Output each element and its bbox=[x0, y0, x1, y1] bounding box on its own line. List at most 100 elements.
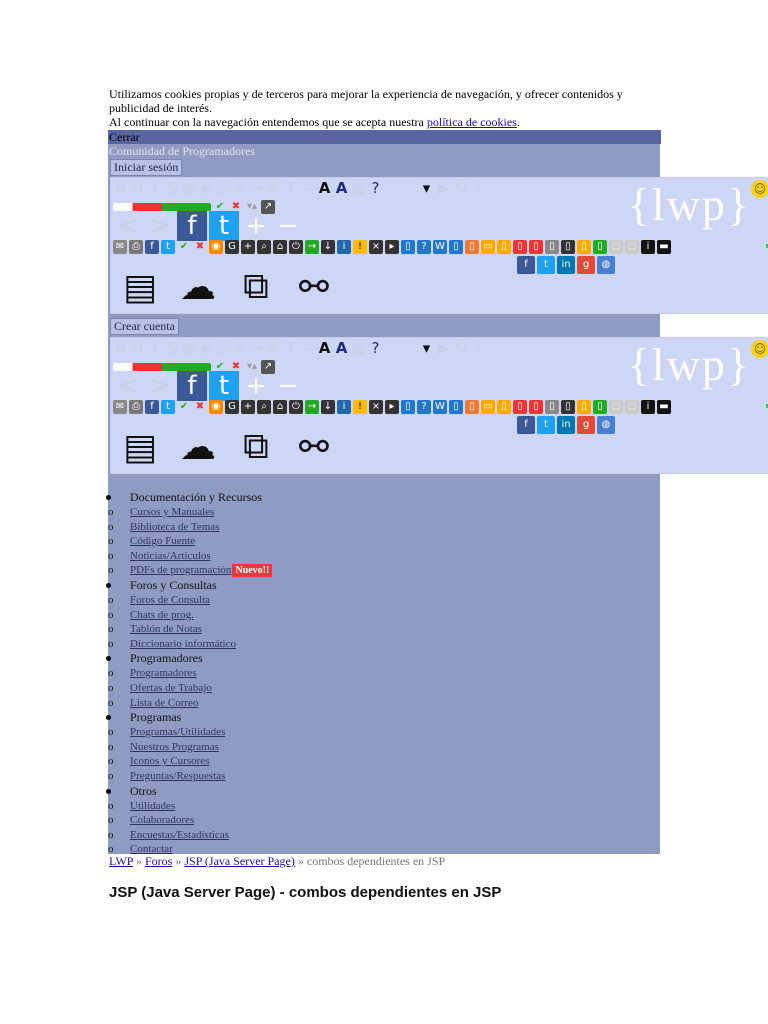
menu-item[interactable]: Colaboradores bbox=[108, 813, 660, 828]
font-color-icon[interactable]: A bbox=[317, 181, 332, 196]
video-icon[interactable]: ▶ bbox=[436, 181, 451, 196]
g-icon[interactable]: G bbox=[225, 240, 239, 254]
subscript-icon[interactable]: ˅ bbox=[402, 341, 417, 356]
menu-item[interactable]: Tablón de Notas bbox=[108, 622, 660, 637]
subscript-icon[interactable]: ˅ bbox=[402, 181, 417, 196]
power-icon[interactable]: ⏻ bbox=[289, 240, 303, 254]
comment-icon[interactable]: ✉ bbox=[113, 400, 127, 414]
superscript-icon[interactable]: ˄ bbox=[385, 341, 400, 356]
image-icon[interactable]: ◈ bbox=[198, 341, 213, 356]
globe-icon[interactable]: ◍ bbox=[181, 341, 196, 356]
line-icon[interactable]: — bbox=[300, 341, 315, 356]
table-icon[interactable]: ▦ bbox=[351, 341, 366, 356]
code-icon[interactable]: ▯ bbox=[561, 400, 575, 414]
help-icon[interactable]: ? bbox=[368, 181, 383, 196]
plus-icon[interactable]: + bbox=[241, 211, 271, 241]
info-dark-icon[interactable]: i bbox=[641, 400, 655, 414]
superscript-icon[interactable]: ˄ bbox=[385, 181, 400, 196]
image-icon[interactable]: ◈ bbox=[198, 181, 213, 196]
file-orange-icon[interactable]: ▯ bbox=[465, 240, 479, 254]
font-size-icon[interactable]: T bbox=[283, 341, 298, 356]
facebook-small-icon[interactable]: f bbox=[145, 400, 159, 414]
align-icon[interactable]: ≡ bbox=[266, 341, 281, 356]
info-dark-icon[interactable]: i bbox=[641, 240, 655, 254]
text-icon[interactable]: ▯ bbox=[545, 400, 559, 414]
refresh-icon[interactable]: ↻ bbox=[453, 341, 468, 356]
refresh-icon[interactable]: ↻ bbox=[453, 181, 468, 196]
document-icon[interactable]: ▤ bbox=[115, 424, 165, 470]
help-file-icon[interactable]: ? bbox=[417, 400, 431, 414]
chat-icon[interactable]: ▬ bbox=[657, 400, 671, 414]
print-icon[interactable]: ⎙ bbox=[129, 240, 143, 254]
word-icon[interactable]: W bbox=[433, 400, 447, 414]
breadcrumb-home[interactable]: LWP bbox=[109, 854, 133, 868]
emoji-icon[interactable]: ☺ bbox=[215, 181, 231, 196]
bold-icon[interactable]: B bbox=[113, 341, 128, 356]
twitter-icon[interactable]: t bbox=[209, 211, 239, 241]
faded-icon-2[interactable]: ◌ bbox=[625, 240, 639, 254]
link-icon[interactable]: ⚯ bbox=[289, 424, 339, 470]
folder-icon[interactable]: ▭ bbox=[481, 400, 495, 414]
color-bar[interactable] bbox=[113, 363, 211, 371]
doc-icon[interactable]: ▯ bbox=[449, 400, 463, 414]
menu-item[interactable]: Noticias/Artículos bbox=[108, 549, 660, 564]
help-icon[interactable]: ? bbox=[368, 341, 383, 356]
search-icon[interactable]: ⌕ bbox=[257, 400, 271, 414]
copy-link-icon[interactable]: ⧉ bbox=[231, 264, 281, 310]
rss-icon[interactable]: ◉ bbox=[209, 240, 223, 254]
faded-icon[interactable]: ◌ bbox=[609, 240, 623, 254]
share-google-icon[interactable]: g bbox=[577, 416, 595, 434]
export-icon[interactable]: → bbox=[305, 400, 319, 414]
font-size-icon[interactable]: T bbox=[283, 181, 298, 196]
download-icon[interactable]: ↓ bbox=[321, 240, 335, 254]
warning-icon[interactable]: ! bbox=[353, 400, 367, 414]
play-icon[interactable]: ▸ bbox=[385, 400, 399, 414]
info-icon[interactable]: i bbox=[337, 240, 351, 254]
menu-item[interactable]: Programas/Utilidades bbox=[108, 725, 660, 740]
video-icon[interactable]: ▶ bbox=[436, 341, 451, 356]
plus-icon[interactable]: + bbox=[241, 371, 271, 401]
faded-icon[interactable]: ◌ bbox=[609, 400, 623, 414]
menu-item[interactable]: Programadores bbox=[108, 666, 660, 681]
add-icon[interactable]: + bbox=[241, 400, 255, 414]
breadcrumb-forums[interactable]: Foros bbox=[145, 854, 172, 868]
italic-icon[interactable]: / bbox=[147, 341, 162, 356]
menu-item[interactable]: Preguntas/Respuestas bbox=[108, 769, 660, 784]
print-icon[interactable]: ⎙ bbox=[129, 400, 143, 414]
line-icon[interactable]: — bbox=[300, 181, 315, 196]
menu-category[interactable]: Foros y Consultas bbox=[106, 578, 660, 593]
menu-item-label[interactable]: PDFs de programación bbox=[130, 564, 231, 576]
ppt-icon[interactable]: ▯ bbox=[529, 240, 543, 254]
rss-icon[interactable]: ◉ bbox=[209, 400, 223, 414]
italic-icon[interactable]: / bbox=[147, 181, 162, 196]
twitter-icon[interactable]: t bbox=[209, 371, 239, 401]
export-icon[interactable]: → bbox=[305, 240, 319, 254]
dropdown-icon[interactable]: ▾ bbox=[419, 181, 434, 196]
text-icon[interactable]: ▯ bbox=[545, 240, 559, 254]
underline-icon[interactable]: U bbox=[130, 181, 145, 196]
facebook-icon[interactable]: f bbox=[177, 371, 207, 401]
cloud-upload-icon[interactable]: ☁ bbox=[173, 264, 223, 310]
file-orange-icon[interactable]: ▯ bbox=[465, 400, 479, 414]
indent-icon[interactable]: ⇥ bbox=[249, 181, 264, 196]
menu-item[interactable]: Encuestas/Estadísticas bbox=[108, 828, 660, 843]
share-globe-icon[interactable]: ◍ bbox=[597, 416, 615, 434]
minus-icon[interactable]: − bbox=[273, 371, 303, 401]
menu-item[interactable]: Biblioteca de Temas bbox=[108, 520, 660, 535]
menu-item[interactable]: Código Fuente bbox=[108, 534, 660, 549]
smiley-icon[interactable]: ☺ bbox=[751, 180, 768, 198]
close-button[interactable]: Cerrar bbox=[108, 130, 661, 144]
close-x-icon[interactable]: × bbox=[369, 240, 383, 254]
menu-item[interactable]: Utilidades bbox=[108, 799, 660, 814]
folder-icon[interactable]: ▭ bbox=[481, 240, 495, 254]
word-icon[interactable]: W bbox=[433, 240, 447, 254]
info-icon[interactable]: i bbox=[337, 400, 351, 414]
twitter-small-icon[interactable]: t bbox=[161, 400, 175, 414]
code-icon[interactable]: ▯ bbox=[561, 240, 575, 254]
menu-item[interactable]: Lista de Correo bbox=[108, 696, 660, 711]
no-icon[interactable]: ✖ bbox=[193, 400, 207, 414]
help-file-icon[interactable]: ? bbox=[417, 240, 431, 254]
menu-item[interactable]: Cursos y Manuales bbox=[108, 505, 660, 520]
menu-item[interactable]: Iconos y Cursores bbox=[108, 754, 660, 769]
doc-icon[interactable]: ▯ bbox=[449, 240, 463, 254]
